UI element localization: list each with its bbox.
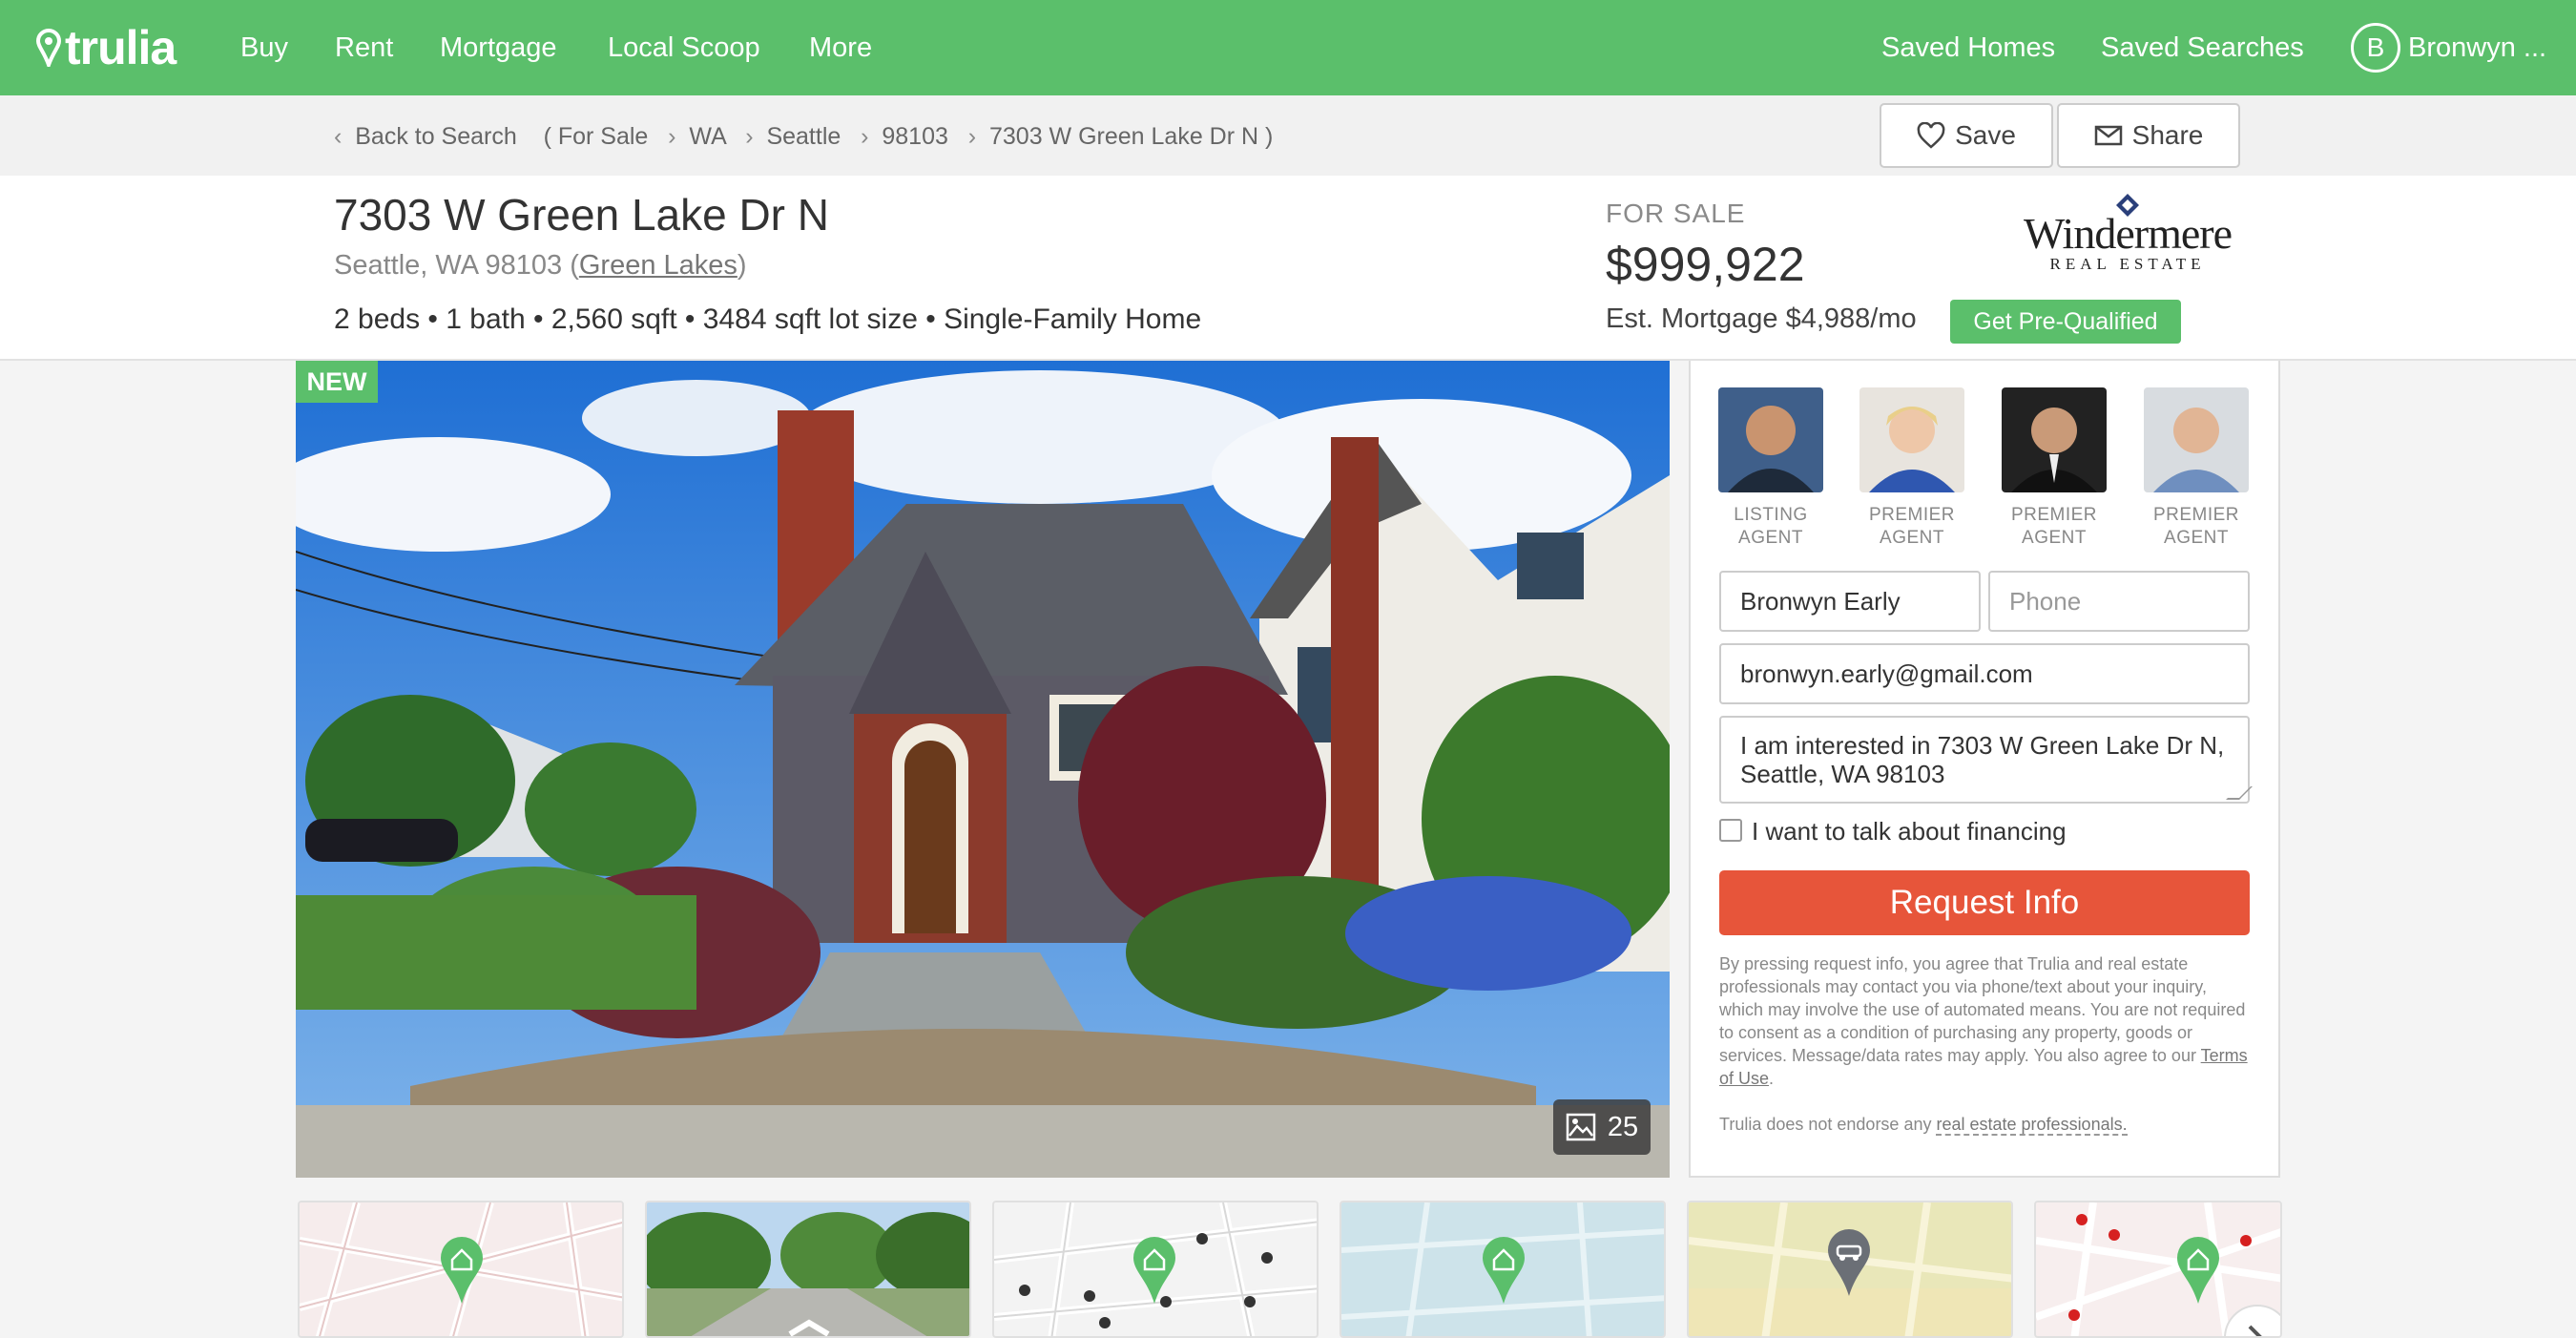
agent-role-line2: AGENT	[1738, 528, 1803, 548]
back-to-search-link[interactable]: Back to Search	[355, 123, 517, 150]
email-field[interactable]: bronwyn.early@gmail.com	[1719, 643, 2250, 704]
avatar-initial: B	[2366, 32, 2385, 62]
agent-role-line1: PREMIER	[2010, 505, 2098, 525]
photo-count: 25	[1607, 1111, 1639, 1142]
agent-role-line2: AGENT	[2164, 528, 2229, 548]
commute-map-thumbnail[interactable]	[1687, 1201, 2013, 1338]
listing-price: $999,922	[1606, 238, 1805, 291]
neighborhood-link[interactable]: Green Lakes	[579, 250, 737, 281]
agent-photo	[2002, 387, 2107, 492]
request-info-button[interactable]: Request Info	[1719, 870, 2250, 935]
nav-mortgage[interactable]: Mortgage	[440, 0, 557, 95]
agent-role-line1: PREMIER	[1868, 505, 1956, 525]
nav-more[interactable]: More	[809, 0, 872, 95]
street-view-thumbnail[interactable]	[645, 1201, 971, 1338]
no-endorse-text: Trulia does not endorse any real estate …	[1719, 1115, 2250, 1136]
financing-checkbox[interactable]	[1719, 819, 1742, 842]
message-field[interactable]: I am interested in 7303 W Green Lake Dr …	[1719, 716, 2250, 804]
new-badge: NEW	[296, 361, 378, 403]
broker-logo: Windermere REAL ESTATE	[2011, 193, 2244, 279]
nav-saved-searches[interactable]: Saved Searches	[2101, 0, 2304, 95]
map-thumbnail[interactable]	[298, 1201, 624, 1338]
save-button[interactable]: Save	[1880, 103, 2053, 168]
flood-map-thumbnail[interactable]	[1340, 1201, 1666, 1338]
envelope-icon	[2094, 125, 2122, 146]
crumb-address: 7303 W Green Lake Dr N )	[988, 123, 1274, 150]
chevron-right-icon: ›	[668, 123, 676, 150]
chevron-right-icon: ›	[861, 123, 869, 150]
financing-label[interactable]: I want to talk about financing	[1752, 817, 2067, 847]
phone-field[interactable]: Phone	[1988, 571, 2250, 632]
user-avatar[interactable]: B	[2351, 23, 2400, 73]
agent-photo	[2144, 387, 2249, 492]
no-endorse-body: Trulia does not endorse any	[1719, 1115, 1932, 1134]
listing-facts: 2 beds • 1 bath • 2,560 sqft • 3484 sqft…	[334, 303, 1202, 335]
crumb-state[interactable]: WA	[689, 123, 725, 150]
trulia-logo[interactable]: trulia	[36, 21, 177, 74]
broker-name: Windermere	[2023, 209, 2233, 258]
disclaimer-body: By pressing request info, you agree that…	[1719, 954, 2246, 1065]
schools-map-thumbnail[interactable]	[992, 1201, 1319, 1338]
agent-role-line1: PREMIER	[2152, 505, 2240, 525]
agent-photo	[1718, 387, 1823, 492]
photo-gallery-icon	[1566, 1113, 1596, 1141]
chevron-right-icon: ›	[745, 123, 754, 150]
location-pin-icon	[36, 29, 61, 67]
get-prequalified-button[interactable]: Get Pre-Qualified	[1950, 300, 2181, 344]
agent-card-premier-1[interactable]: PREMIER AGENT	[1859, 387, 1965, 550]
name-field[interactable]: Bronwyn Early	[1719, 571, 1981, 632]
nav-buy[interactable]: Buy	[240, 0, 288, 95]
logo-text: trulia	[65, 21, 177, 74]
agent-card-premier-2[interactable]: PREMIER AGENT	[2001, 387, 2108, 550]
broker-subtitle: REAL ESTATE	[2049, 255, 2206, 273]
agent-role-line2: AGENT	[2022, 528, 2087, 548]
listing-status: FOR SALE	[1606, 199, 1746, 228]
crime-map-thumbnail[interactable]	[2034, 1201, 2282, 1338]
estimated-mortgage: Est. Mortgage $4,988/mo	[1606, 303, 1917, 334]
nav-saved-homes[interactable]: Saved Homes	[1881, 0, 2055, 95]
top-nav: trulia Buy Rent Mortgage Local Scoop Mor…	[0, 0, 2576, 95]
agent-card-listing[interactable]: LISTING AGENT	[1717, 387, 1824, 550]
agent-role-line1: LISTING	[1734, 505, 1808, 525]
real-estate-professionals-link[interactable]: real estate professionals.	[1936, 1115, 2128, 1136]
listing-city-line: Seattle, WA 98103 (Green Lakes)	[334, 250, 747, 281]
crumb-zip[interactable]: 98103	[882, 123, 948, 150]
agent-photo	[1859, 387, 1964, 492]
heart-icon	[1917, 122, 1945, 149]
nav-local-scoop[interactable]: Local Scoop	[608, 0, 760, 95]
chevron-left-icon: ‹	[334, 123, 343, 150]
share-button[interactable]: Share	[2057, 103, 2240, 168]
photo-count-button[interactable]: 25	[1553, 1099, 1651, 1155]
city-state-zip: Seattle, WA 98103	[334, 250, 563, 281]
house-photo-illustration	[296, 361, 1670, 1178]
crumb-city[interactable]: Seattle	[766, 123, 841, 150]
listing-photo[interactable]	[296, 361, 1670, 1178]
listing-address: 7303 W Green Lake Dr N	[334, 190, 830, 240]
breadcrumb: ‹ Back to Search ( For Sale › WA › Seatt…	[334, 122, 1273, 151]
save-label: Save	[1955, 120, 2016, 150]
share-label: Share	[2131, 120, 2204, 150]
user-name-menu[interactable]: Bronwyn ...	[2408, 0, 2546, 95]
nav-rent[interactable]: Rent	[335, 0, 393, 95]
agent-role-line2: AGENT	[1880, 528, 1944, 548]
disclaimer-text: By pressing request info, you agree that…	[1719, 954, 2248, 1088]
agent-card-premier-3[interactable]: PREMIER AGENT	[2143, 387, 2250, 550]
chevron-right-icon: ›	[967, 123, 977, 150]
crumb-for-sale[interactable]: ( For Sale	[544, 123, 649, 150]
